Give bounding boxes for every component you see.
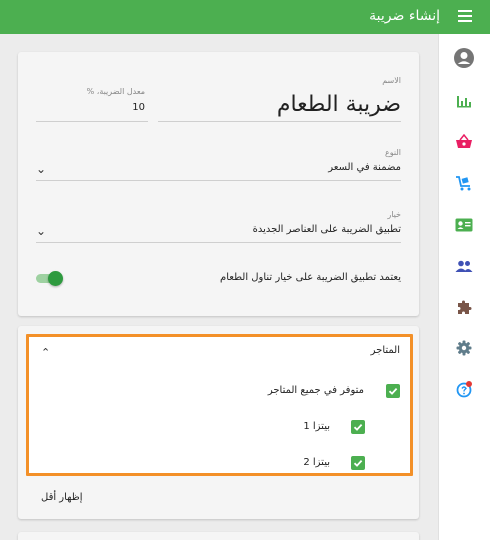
nav-sidebar [438,34,490,540]
store-checkbox-1[interactable] [351,420,365,434]
gear-icon [456,340,472,356]
stores-highlight: المتاجر ⌃ متوفر في جميع المتاجر بيتزا 1 … [26,334,413,476]
show-less-button[interactable]: إظهار أقل [41,492,83,503]
option-select[interactable]: تطبيق الضريبة على العناصر الجديدة [253,224,401,235]
all-stores-label: متوفر في جميع المتاجر [267,385,364,396]
sidebar-item-account[interactable] [439,38,489,78]
option-underline [36,242,401,243]
menu-icon[interactable] [458,10,472,22]
option-label: خيار [387,210,401,219]
store-checkbox-2[interactable] [351,456,365,470]
people-icon [455,260,473,272]
tax-details-card: الاسم ضريبة الطعام معدل الضريبة، % 10 ال… [18,52,419,316]
sidebar-item-sales[interactable] [439,122,489,162]
puzzle-icon [458,300,472,314]
rate-label: معدل الضريبة، % [86,87,145,96]
type-label: النوع [385,148,401,157]
page-title: إنشاء ضريبة [369,8,440,24]
basket-icon [456,134,472,148]
check-icon [353,459,363,467]
chevron-down-icon[interactable]: ⌄ [36,162,46,176]
dining-option-label: يعتمد تطبيق الضريبة على خيار تناول الطعا… [220,272,401,283]
store-label-2: بيتزا 2 [303,457,330,468]
next-card [18,532,419,540]
sidebar-item-customers[interactable] [439,246,489,286]
stores-title: المتاجر [370,345,400,356]
help-icon [456,381,472,398]
chevron-up-icon[interactable]: ⌃ [41,346,50,359]
account-icon [454,48,474,68]
name-underline [158,121,401,122]
dining-option-toggle[interactable] [36,271,63,286]
type-select[interactable]: مضمنة في السعر [328,162,401,173]
id-card-icon [455,218,473,232]
store-label-1: بيتزا 1 [303,421,330,432]
check-icon [388,387,398,395]
sidebar-item-employees[interactable] [439,205,489,245]
type-underline [36,180,401,181]
toggle-thumb [48,271,63,286]
name-label: الاسم [382,76,401,85]
sidebar-item-help[interactable] [439,369,489,409]
sidebar-item-reports[interactable] [439,81,489,121]
rate-underline [36,121,148,122]
cart-icon [456,176,471,191]
sidebar-item-inventory[interactable] [439,163,489,203]
sidebar-item-apps[interactable] [439,287,489,327]
rate-input[interactable]: 10 [132,102,145,113]
app-bar: إنشاء ضريبة [0,0,490,34]
sidebar-item-settings[interactable] [439,328,489,368]
chart-bar-icon [457,96,471,108]
chevron-down-icon[interactable]: ⌄ [36,224,46,238]
all-stores-checkbox[interactable] [386,384,400,398]
name-input[interactable]: ضريبة الطعام [277,92,401,117]
main-content: الاسم ضريبة الطعام معدل الضريبة، % 10 ال… [0,34,438,540]
check-icon [353,423,363,431]
